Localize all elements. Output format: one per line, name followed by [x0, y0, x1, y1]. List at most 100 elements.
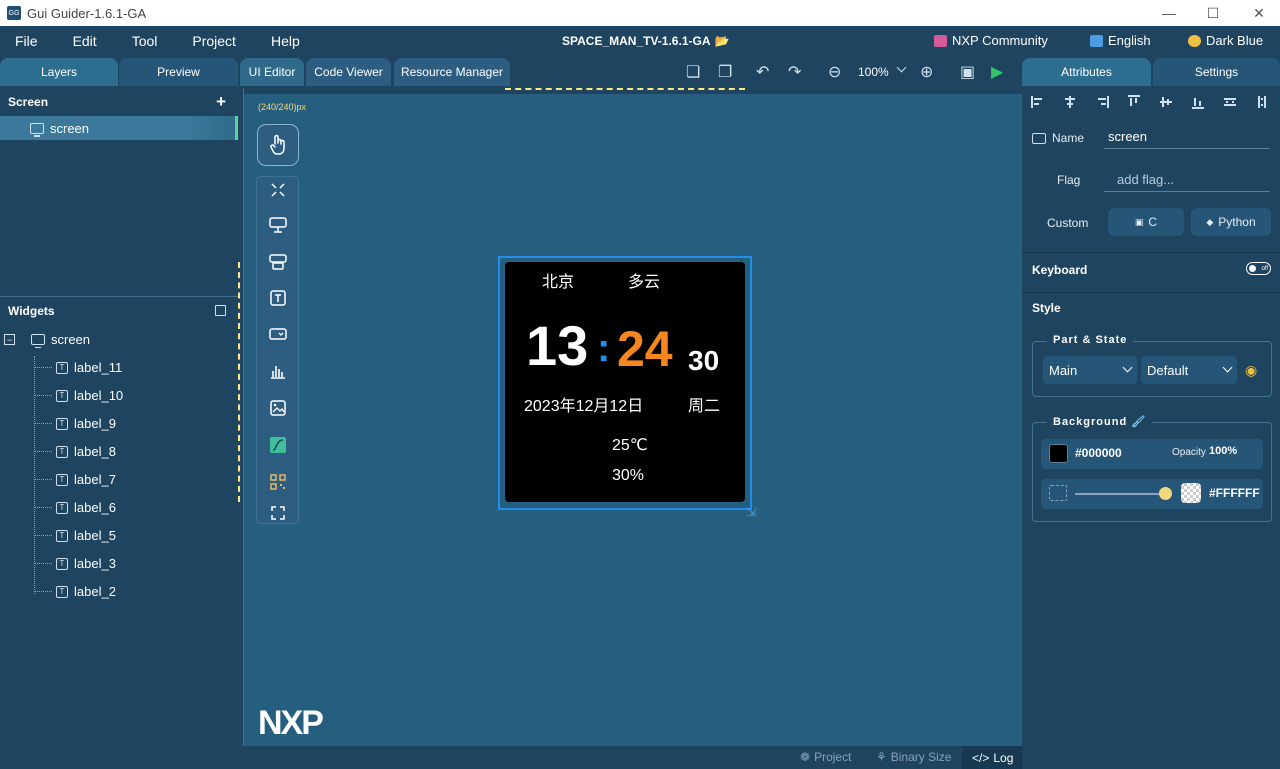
menu-help[interactable]: Help: [271, 33, 300, 49]
custom-python-button[interactable]: ◆ Python: [1191, 208, 1271, 236]
status-project[interactable]: ❁ Project: [800, 750, 851, 764]
opacity-value[interactable]: 100%: [1209, 445, 1237, 457]
weather-label[interactable]: 多云: [628, 268, 660, 292]
container-widget-icon[interactable]: [267, 251, 289, 273]
custom-label: Custom: [1047, 216, 1089, 230]
chart-widget-icon[interactable]: [267, 360, 289, 382]
pointer-tool-button[interactable]: [257, 124, 299, 166]
add-screen-icon[interactable]: +: [216, 92, 226, 112]
state-select[interactable]: Default: [1141, 356, 1237, 384]
tab-settings[interactable]: Settings: [1153, 58, 1280, 86]
menu-file[interactable]: File: [15, 33, 38, 49]
menu-project[interactable]: Project: [192, 33, 236, 49]
redo-icon[interactable]: ↷: [788, 62, 801, 82]
menu-edit[interactable]: Edit: [73, 33, 97, 49]
zoom-out-icon[interactable]: ⊖: [828, 62, 841, 82]
screen-list-item[interactable]: screen: [0, 116, 238, 140]
zoom-in-icon[interactable]: ⊕: [920, 62, 933, 82]
grad-color-swatch[interactable]: [1181, 483, 1201, 503]
widget-tree-item[interactable]: Tlabel_6: [34, 500, 116, 515]
widget-tree-root[interactable]: − screen: [4, 332, 90, 348]
date-label[interactable]: 2023年12月12日: [524, 392, 643, 416]
flag-input[interactable]: add flag...: [1104, 168, 1270, 192]
tab-attributes[interactable]: Attributes: [1022, 58, 1151, 86]
image-widget-icon[interactable]: [267, 397, 289, 419]
weekday-label[interactable]: 周二: [688, 392, 720, 416]
tab-layers[interactable]: Layers: [0, 58, 118, 86]
hand-pointer-icon: [270, 134, 285, 155]
align-top-icon[interactable]: [1127, 95, 1141, 109]
bg-color-value[interactable]: #000000: [1075, 446, 1122, 460]
undo-icon[interactable]: ↶: [756, 62, 769, 82]
menu-tool[interactable]: Tool: [132, 33, 158, 49]
city-label[interactable]: 北京: [542, 268, 574, 292]
hour-label[interactable]: 13: [526, 318, 588, 374]
part-select[interactable]: Main: [1043, 356, 1137, 384]
custom-c-button[interactable]: ▣ C: [1108, 208, 1184, 236]
second-label[interactable]: 30: [688, 347, 719, 375]
grad-color-value[interactable]: #FFFFFF: [1209, 486, 1260, 500]
layout-widget-icon[interactable]: [267, 214, 289, 236]
tab-ui-editor[interactable]: UI Editor: [240, 58, 304, 86]
resize-handle-icon[interactable]: ⇲: [746, 505, 758, 519]
status-binary-size[interactable]: ⚘ Binary Size: [876, 750, 951, 764]
generate-code-icon[interactable]: ▣: [960, 62, 975, 82]
gradient-slider-thumb[interactable]: [1159, 487, 1172, 500]
distribute-horizontal-icon[interactable]: [1223, 95, 1237, 109]
humidity-label[interactable]: 30%: [612, 467, 644, 485]
dropdown-widget-icon[interactable]: [267, 323, 289, 345]
align-left-icon[interactable]: [1031, 95, 1045, 109]
qrcode-widget-icon[interactable]: [267, 471, 289, 493]
widget-tree-item[interactable]: Tlabel_10: [34, 388, 123, 403]
widget-tree-item[interactable]: Tlabel_2: [34, 584, 116, 599]
gradient-slider-track[interactable]: [1075, 493, 1167, 495]
widget-tree-label: label_5: [74, 528, 116, 543]
widget-tree-item[interactable]: Tlabel_3: [34, 556, 116, 571]
bring-front-icon[interactable]: ❏: [686, 62, 700, 82]
minute-label[interactable]: 24: [617, 324, 673, 374]
shrink-icon[interactable]: [267, 179, 289, 201]
distribute-vertical-icon[interactable]: [1255, 95, 1269, 109]
status-log-label: Log: [993, 750, 1014, 765]
nxp-community-link[interactable]: NXP Community: [934, 33, 1048, 48]
bg-color-swatch[interactable]: [1049, 444, 1068, 463]
close-button[interactable]: ✕: [1236, 0, 1280, 26]
gradient-type-icon[interactable]: [1049, 485, 1067, 501]
tab-resource-manager[interactable]: Resource Manager: [394, 58, 510, 86]
align-right-icon[interactable]: [1095, 95, 1109, 109]
widget-tree-item[interactable]: Tlabel_9: [34, 416, 116, 431]
zoom-chevron-down-icon[interactable]: [896, 62, 907, 73]
tree-connector: [34, 591, 52, 592]
widget-tree-item[interactable]: Tlabel_5: [34, 528, 116, 543]
temperature-label[interactable]: 25℃: [612, 435, 648, 455]
editor-toolbar: UI Editor Code Viewer Resource Manager ❏…: [238, 56, 1022, 88]
project-title-text: SPACE_MAN_TV-1.6.1-GA: [562, 34, 711, 48]
send-back-icon[interactable]: ❐: [718, 62, 732, 82]
tab-code-viewer[interactable]: Code Viewer: [306, 58, 391, 86]
language-selector[interactable]: English: [1090, 33, 1151, 48]
folder-icon[interactable]: 📂: [714, 34, 729, 48]
align-hcenter-icon[interactable]: [1063, 95, 1077, 109]
tab-preview[interactable]: Preview: [119, 58, 238, 86]
device-screen[interactable]: [505, 262, 745, 502]
zoom-level[interactable]: 100%: [858, 65, 889, 79]
popout-icon[interactable]: [215, 305, 226, 316]
minimize-button[interactable]: —: [1146, 0, 1192, 26]
name-input[interactable]: screen: [1104, 125, 1270, 149]
align-vcenter-icon[interactable]: [1159, 95, 1173, 109]
maximize-button[interactable]: ☐: [1190, 0, 1236, 26]
curve-widget-icon[interactable]: [267, 434, 289, 456]
run-icon[interactable]: ▶: [991, 62, 1003, 82]
expand-icon[interactable]: [267, 502, 289, 524]
status-log[interactable]: </> Log: [962, 746, 1024, 769]
widget-tree-item[interactable]: Tlabel_8: [34, 444, 116, 459]
widget-tree-item[interactable]: Tlabel_7: [34, 472, 116, 487]
keyboard-toggle[interactable]: off: [1246, 262, 1271, 275]
eye-icon[interactable]: ◉: [1245, 362, 1257, 379]
align-bottom-icon[interactable]: [1191, 95, 1205, 109]
collapse-icon[interactable]: −: [4, 334, 15, 345]
widget-tree-item[interactable]: Tlabel_11: [34, 360, 122, 375]
label-widget-icon[interactable]: [267, 287, 289, 309]
colon-label[interactable]: :: [597, 328, 610, 368]
theme-selector[interactable]: Dark Blue: [1188, 33, 1263, 48]
